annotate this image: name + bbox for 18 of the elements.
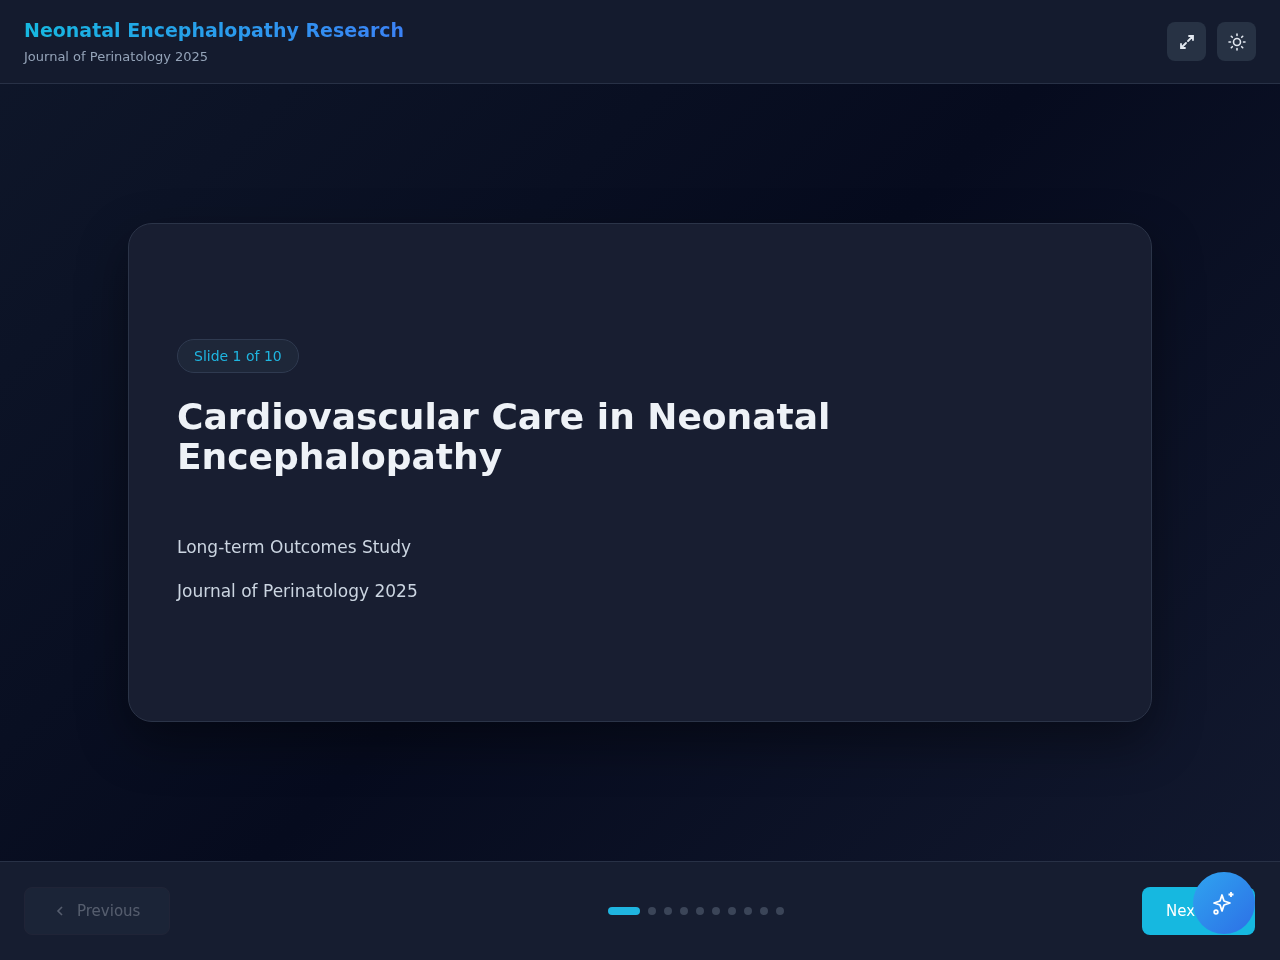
app-title: Neonatal Encephalopathy Research [24, 19, 405, 41]
slide-dot[interactable] [760, 907, 768, 915]
slide-dot[interactable] [712, 907, 720, 915]
slide-dot[interactable] [664, 907, 672, 915]
slide-text: Journal of Perinatology 2025 [177, 581, 419, 601]
slide-dot[interactable] [728, 907, 736, 915]
sun-icon [1226, 31, 1247, 52]
fullscreen-button[interactable] [1167, 22, 1206, 61]
theme-button[interactable] [1217, 22, 1256, 61]
slide-dot[interactable] [680, 907, 688, 915]
slide-dot[interactable] [696, 907, 704, 915]
slide-counter: Slide 1 of 10 [177, 339, 299, 373]
slide-dot[interactable] [648, 907, 656, 915]
slide-title: Cardiovascular Care in Neonatal Encephalopathy [177, 397, 832, 477]
slide-dot[interactable] [744, 907, 752, 915]
slide-dot[interactable] [776, 907, 784, 915]
slide-text: Long-term Outcomes Study [177, 537, 412, 557]
app-subtitle: Journal of Perinatology 2025 [24, 49, 210, 64]
